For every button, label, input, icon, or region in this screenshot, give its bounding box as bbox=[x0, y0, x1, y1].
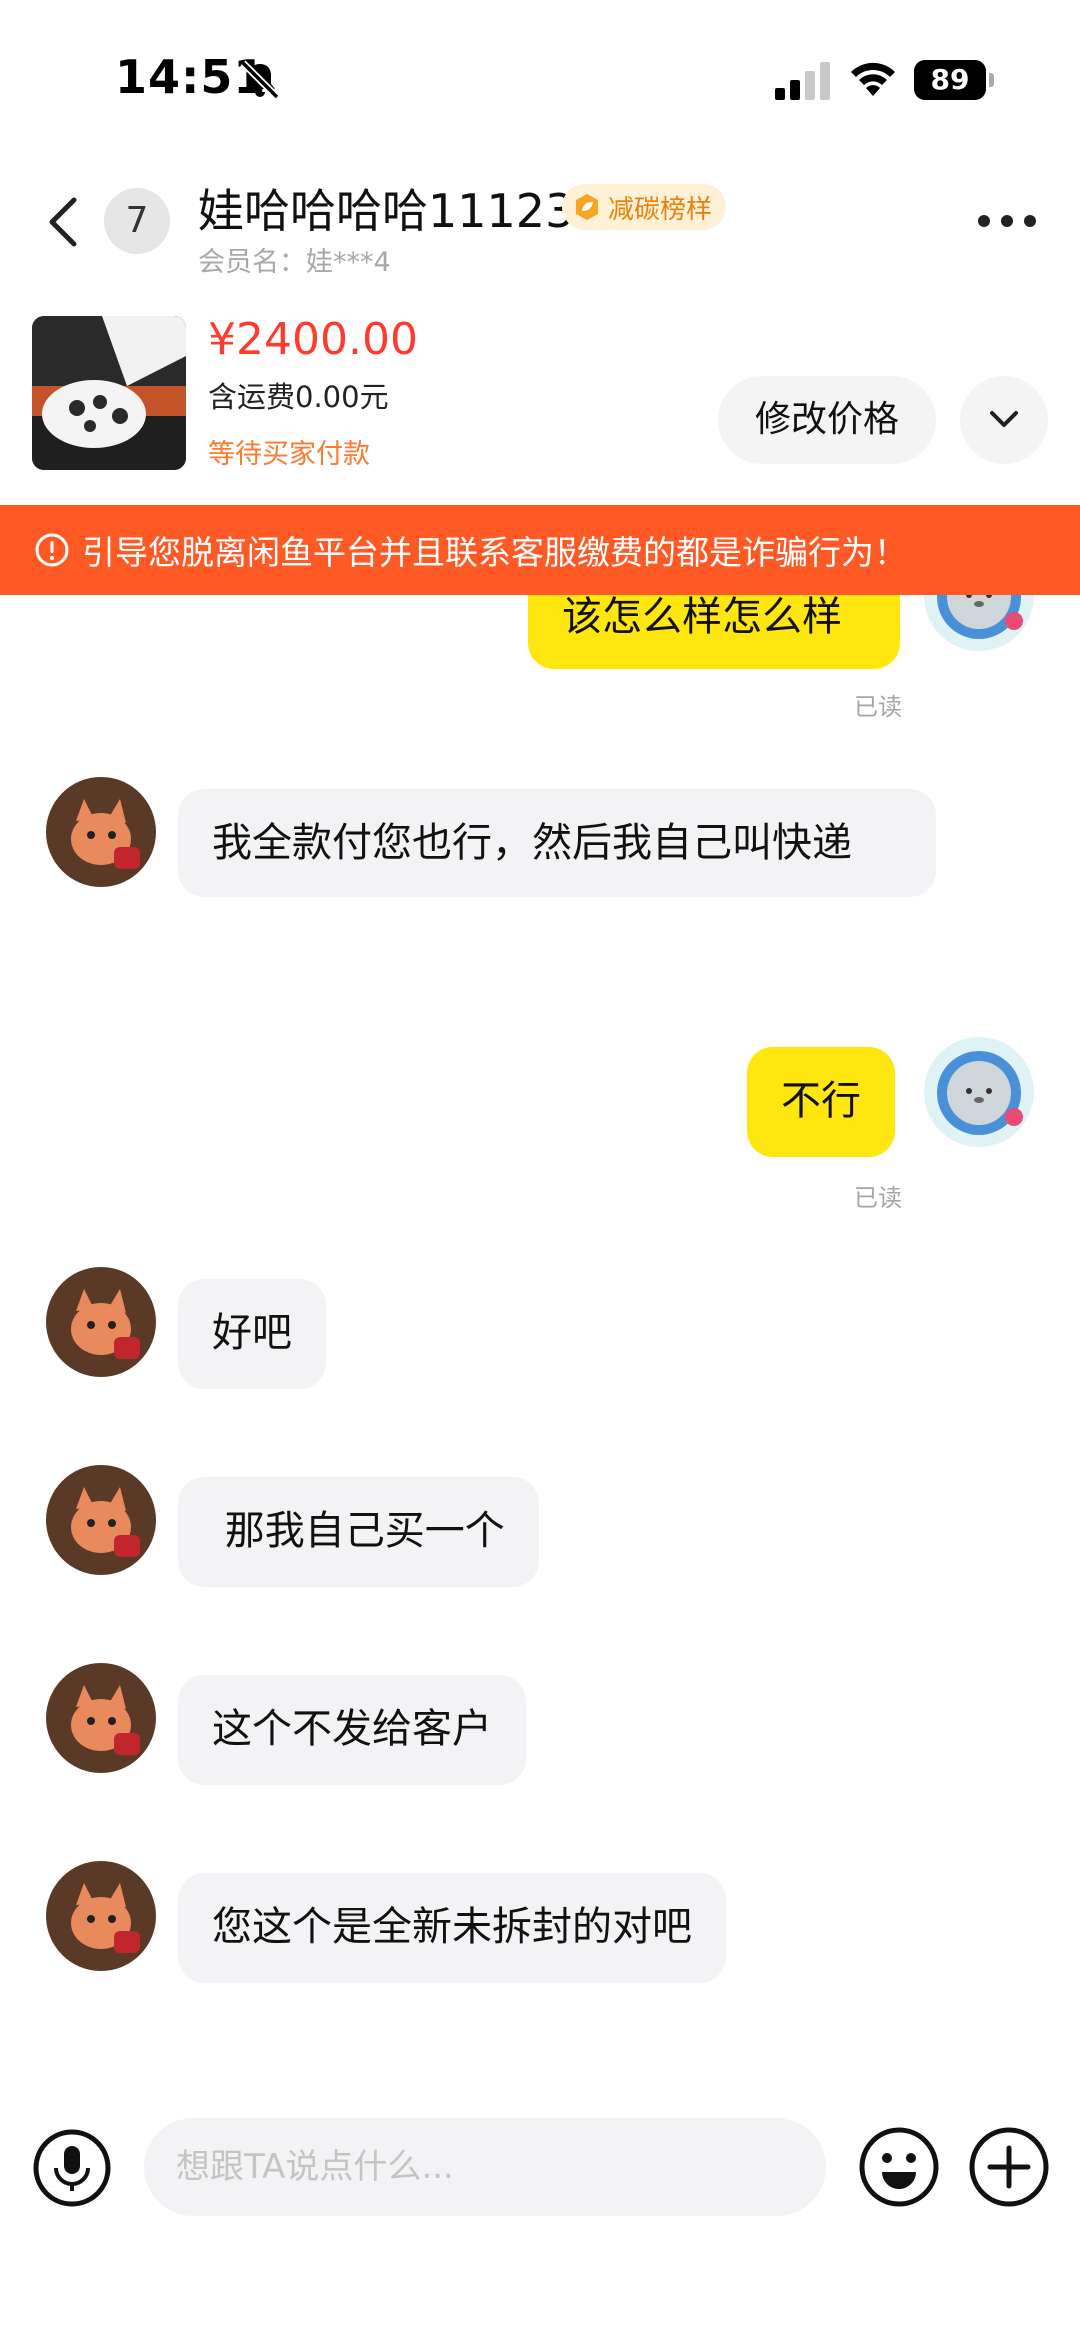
chevron-down-icon bbox=[990, 411, 1018, 427]
contact-avatar[interactable] bbox=[46, 1465, 156, 1575]
voice-icon[interactable] bbox=[32, 2128, 112, 2208]
expand-order-button[interactable] bbox=[960, 376, 1048, 464]
my-avatar[interactable] bbox=[924, 595, 1034, 651]
battery-level: 89 bbox=[914, 60, 986, 100]
member-name: 会员名：娃***4 bbox=[198, 247, 391, 278]
contact-avatar[interactable] bbox=[46, 777, 156, 887]
message-input[interactable] bbox=[144, 2118, 826, 2216]
read-status: 已读 bbox=[854, 693, 902, 721]
eco-badge-label: 减碳榜样 bbox=[608, 194, 713, 225]
more-icon[interactable] bbox=[976, 210, 1038, 232]
back-icon[interactable] bbox=[44, 194, 80, 250]
battery-icon: 89 bbox=[914, 60, 994, 100]
contact-name: 娃哈哈哈哈11123 bbox=[198, 184, 575, 238]
order-price: ¥2400.00 bbox=[208, 314, 418, 365]
product-thumbnail[interactable] bbox=[32, 316, 186, 470]
plus-icon[interactable] bbox=[968, 2126, 1050, 2208]
chat-area[interactable]: 该怎么样怎么样 已读 我全款付您也行，然后我自己叫快递 不行 已读 好吧 那我自… bbox=[0, 595, 1080, 2075]
message-bubble-incoming[interactable]: 这个不发给客户 bbox=[178, 1675, 526, 1785]
contact-avatar[interactable] bbox=[46, 1663, 156, 1773]
contact-avatar[interactable] bbox=[46, 1267, 156, 1377]
unread-count-badge[interactable]: 7 bbox=[104, 188, 170, 254]
message-bubble-outgoing[interactable]: 不行 bbox=[747, 1047, 895, 1157]
order-status: 等待买家付款 bbox=[208, 439, 370, 470]
status-bar: 14:51 89 bbox=[0, 0, 1080, 150]
contact-avatar[interactable] bbox=[46, 1861, 156, 1971]
message-bubble-incoming[interactable]: 那我自己买一个 bbox=[178, 1477, 539, 1587]
eco-badge[interactable]: 减碳榜样 bbox=[562, 184, 727, 230]
bell-slash-icon bbox=[240, 60, 280, 100]
message-bubble-outgoing[interactable]: 该怎么样怎么样 bbox=[528, 595, 900, 669]
warning-text: 引导您脱离闲鱼平台并且联系客服缴费的都是诈骗行为！ bbox=[82, 533, 907, 572]
shipping-fee: 含运费0.00元 bbox=[208, 380, 389, 414]
leaf-badge-icon bbox=[576, 194, 598, 220]
message-bubble-incoming[interactable]: 您这个是全新未拆封的对吧 bbox=[178, 1873, 726, 1983]
message-bubble-incoming[interactable]: 我全款付您也行，然后我自己叫快递 bbox=[178, 789, 936, 897]
warning-icon bbox=[35, 533, 69, 567]
wifi-icon bbox=[851, 62, 895, 96]
modify-price-button[interactable]: 修改价格 bbox=[718, 376, 936, 464]
fraud-warning-banner: 引导您脱离闲鱼平台并且联系客服缴费的都是诈骗行为！ bbox=[0, 505, 1080, 595]
my-avatar[interactable] bbox=[924, 1037, 1034, 1147]
emoji-icon[interactable] bbox=[858, 2126, 940, 2208]
message-bubble-incoming[interactable]: 好吧 bbox=[178, 1279, 326, 1389]
cellular-icon bbox=[775, 62, 830, 100]
read-status: 已读 bbox=[854, 1184, 902, 1212]
